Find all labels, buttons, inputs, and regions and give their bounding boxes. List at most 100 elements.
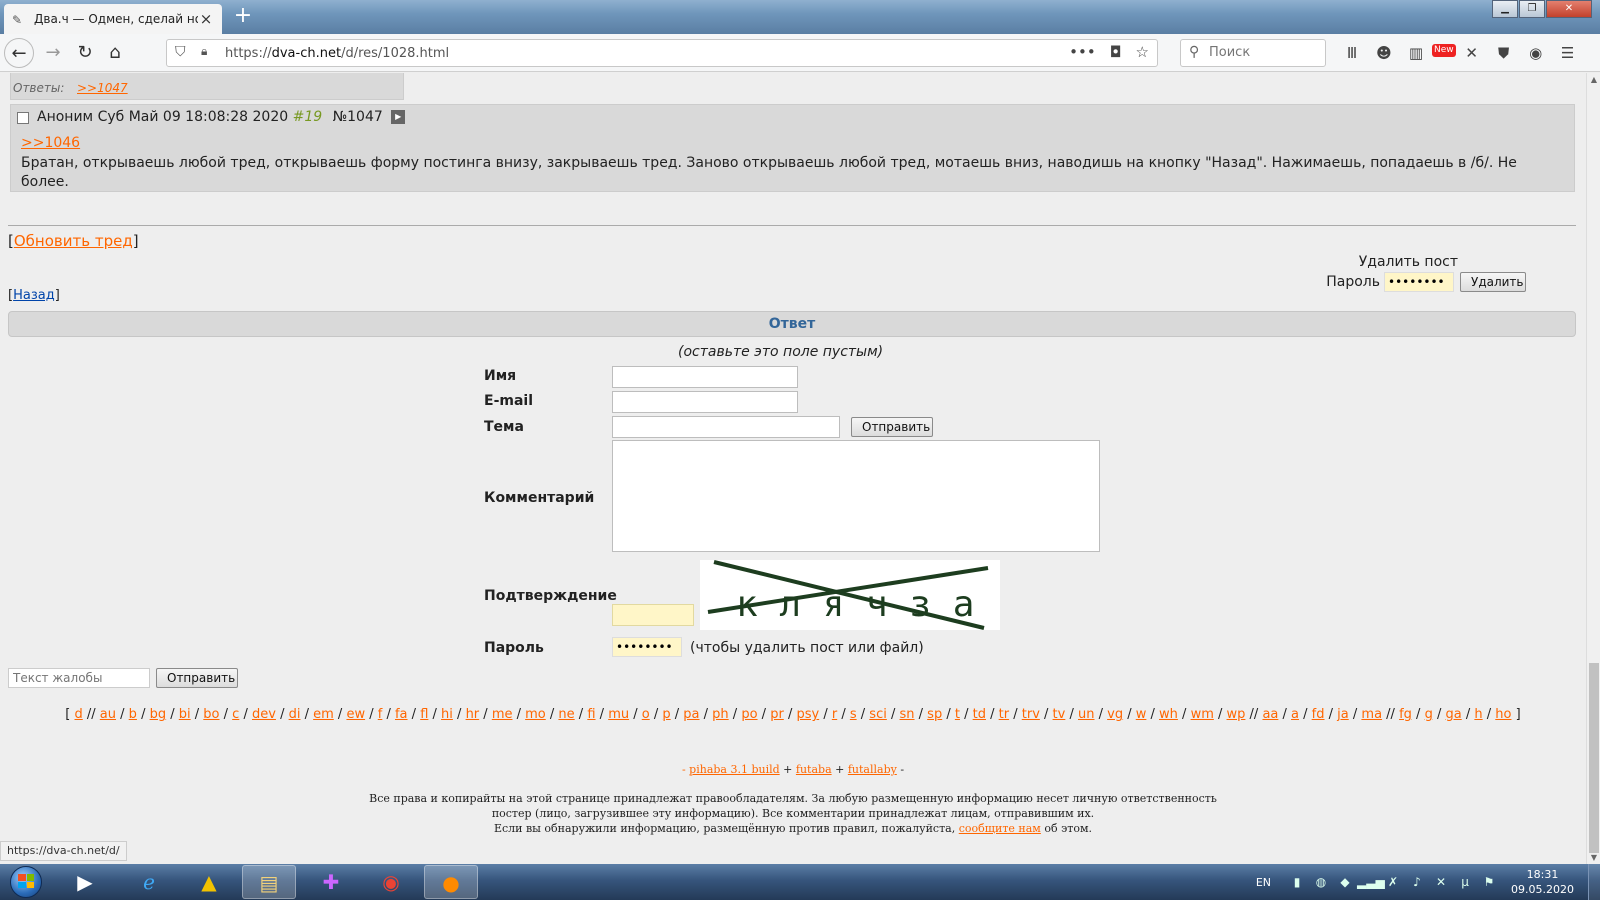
- tray-network-icon[interactable]: ✗: [1381, 875, 1405, 889]
- file-explorer-icon[interactable]: ▤: [242, 865, 296, 899]
- board-link-w[interactable]: w: [1136, 707, 1147, 722]
- board-link-fg[interactable]: fg: [1399, 707, 1412, 722]
- maximize-button[interactable]: ❐: [1519, 0, 1545, 18]
- internet-explorer-icon[interactable]: ℯ: [122, 865, 176, 899]
- search-box[interactable]: ⚲: [1180, 39, 1326, 67]
- scroll-down-icon[interactable]: ▼: [1587, 853, 1600, 862]
- board-link-p[interactable]: p: [662, 707, 670, 722]
- tab-close-icon[interactable]: ×: [198, 10, 214, 28]
- contact-us-link[interactable]: сообщите нам: [959, 822, 1041, 835]
- show-desktop-button[interactable]: [1588, 864, 1600, 900]
- board-link-fa[interactable]: fa: [395, 707, 408, 722]
- tracking-shield-icon[interactable]: ⛉: [175, 44, 186, 60]
- back-arrow-icon[interactable]: ←: [4, 38, 34, 68]
- board-link-bi[interactable]: bi: [179, 707, 191, 722]
- board-link-s[interactable]: s: [850, 707, 857, 722]
- url-text[interactable]: https://dva-ch.net/d/res/1028.html: [225, 46, 449, 61]
- board-link-un[interactable]: un: [1078, 707, 1094, 722]
- menu-icon[interactable]: ☰: [1552, 40, 1584, 66]
- post-password-field[interactable]: [612, 637, 682, 657]
- complaint-field[interactable]: [8, 668, 150, 688]
- email-field[interactable]: [612, 391, 798, 413]
- tray-flag-icon[interactable]: ⚑: [1477, 875, 1501, 889]
- browser-tab[interactable]: ✎ Два.ч — Одмен, сделай норма ×: [4, 4, 222, 34]
- board-link-tr[interactable]: tr: [999, 707, 1009, 722]
- board-link-mo[interactable]: mo: [525, 707, 546, 722]
- comment-field[interactable]: [612, 440, 1100, 552]
- back-link[interactable]: Назад: [13, 288, 55, 303]
- language-indicator[interactable]: EN: [1256, 876, 1271, 889]
- replies-link[interactable]: >>1047: [77, 81, 128, 95]
- board-link-sci[interactable]: sci: [869, 707, 887, 722]
- media-player-icon[interactable]: ▶: [58, 865, 112, 899]
- board-link-r[interactable]: r: [832, 707, 837, 722]
- board-link-mu[interactable]: mu: [608, 707, 629, 722]
- new-tab-button[interactable]: +: [230, 4, 256, 30]
- library-icon[interactable]: Ⅲ: [1336, 40, 1368, 66]
- new-badge[interactable]: New: [1432, 44, 1456, 57]
- board-link-fl[interactable]: fl: [420, 707, 428, 722]
- start-button[interactable]: [4, 864, 50, 900]
- board-link-di[interactable]: di: [289, 707, 301, 722]
- board-link-d[interactable]: d: [75, 707, 83, 722]
- board-link-wh[interactable]: wh: [1159, 707, 1178, 722]
- firefox-icon[interactable]: ●: [424, 865, 478, 899]
- board-link-hr[interactable]: hr: [466, 707, 480, 722]
- tray-volume-icon[interactable]: ♪: [1405, 875, 1429, 889]
- board-link-em[interactable]: em: [313, 707, 334, 722]
- tray-torrent-icon[interactable]: µ: [1453, 875, 1477, 889]
- page-scrollbar[interactable]: ▲ ▼: [1586, 73, 1600, 864]
- extension-x-icon[interactable]: ✕: [1456, 40, 1488, 66]
- minimize-button[interactable]: ▁: [1492, 0, 1518, 18]
- board-link-fd[interactable]: fd: [1312, 707, 1325, 722]
- reload-icon[interactable]: ↻: [70, 38, 100, 68]
- board-link-td[interactable]: td: [973, 707, 986, 722]
- refresh-thread-link[interactable]: Обновить тред: [14, 232, 133, 250]
- board-link-o[interactable]: o: [642, 707, 650, 722]
- address-bar[interactable]: ⛉ 🔒︎ https://dva-ch.net/d/res/1028.html …: [166, 39, 1158, 67]
- tray-bars-icon[interactable]: ▂▃▅: [1357, 875, 1385, 889]
- captcha-image[interactable]: к л я ч з а: [700, 560, 1000, 630]
- scrollbar-thumb[interactable]: [1589, 663, 1599, 853]
- board-link-t[interactable]: t: [955, 707, 960, 722]
- aimp-icon[interactable]: ▲: [182, 865, 236, 899]
- pocket-icon[interactable]: ◘: [1110, 43, 1122, 61]
- account-icon[interactable]: ◉: [1520, 40, 1552, 66]
- submit-button[interactable]: Отправить: [851, 417, 933, 437]
- scroll-up-icon[interactable]: ▲: [1587, 75, 1600, 84]
- home-icon[interactable]: ⌂: [100, 38, 130, 68]
- chrome-icon[interactable]: ◉: [364, 865, 418, 899]
- board-link-sn[interactable]: sn: [900, 707, 915, 722]
- delete-button[interactable]: Удалить: [1460, 272, 1526, 292]
- sidebar-icon[interactable]: ▥: [1400, 40, 1432, 66]
- lock-icon[interactable]: 🔒︎: [201, 44, 207, 59]
- forward-arrow-icon[interactable]: →: [38, 38, 68, 68]
- board-link-bg[interactable]: bg: [150, 707, 167, 722]
- board-link-ga[interactable]: ga: [1446, 707, 1462, 722]
- board-link-fi[interactable]: fi: [587, 707, 595, 722]
- credit-futallaby-link[interactable]: futallaby: [848, 763, 897, 776]
- ublock-icon[interactable]: ⛊: [1488, 40, 1520, 66]
- name-field[interactable]: [612, 366, 798, 388]
- board-link-c[interactable]: c: [232, 707, 239, 722]
- tray-mute-icon[interactable]: ✕: [1429, 875, 1453, 889]
- board-link-wm[interactable]: wm: [1191, 707, 1214, 722]
- extension-monkey-icon[interactable]: ☻: [1368, 40, 1400, 66]
- delete-password-field[interactable]: [1384, 272, 1454, 292]
- board-link-po[interactable]: po: [741, 707, 757, 722]
- board-link-tv[interactable]: tv: [1053, 707, 1066, 722]
- post-reply-ref[interactable]: >>1046: [21, 135, 80, 151]
- board-link-g[interactable]: g: [1425, 707, 1433, 722]
- page-actions-icon[interactable]: •••: [1069, 43, 1096, 61]
- captcha-field[interactable]: [612, 604, 694, 626]
- subject-field[interactable]: [612, 416, 840, 438]
- board-link-ho[interactable]: ho: [1495, 707, 1511, 722]
- board-link-a[interactable]: a: [1291, 707, 1299, 722]
- search-input[interactable]: [1209, 45, 1319, 60]
- board-link-me[interactable]: me: [492, 707, 513, 722]
- board-link-psy[interactable]: psy: [796, 707, 819, 722]
- post-menu-arrow-icon[interactable]: ▶: [391, 110, 406, 124]
- board-link-pr[interactable]: pr: [770, 707, 784, 722]
- board-link-au[interactable]: au: [100, 707, 116, 722]
- board-link-wp[interactable]: wp: [1227, 707, 1246, 722]
